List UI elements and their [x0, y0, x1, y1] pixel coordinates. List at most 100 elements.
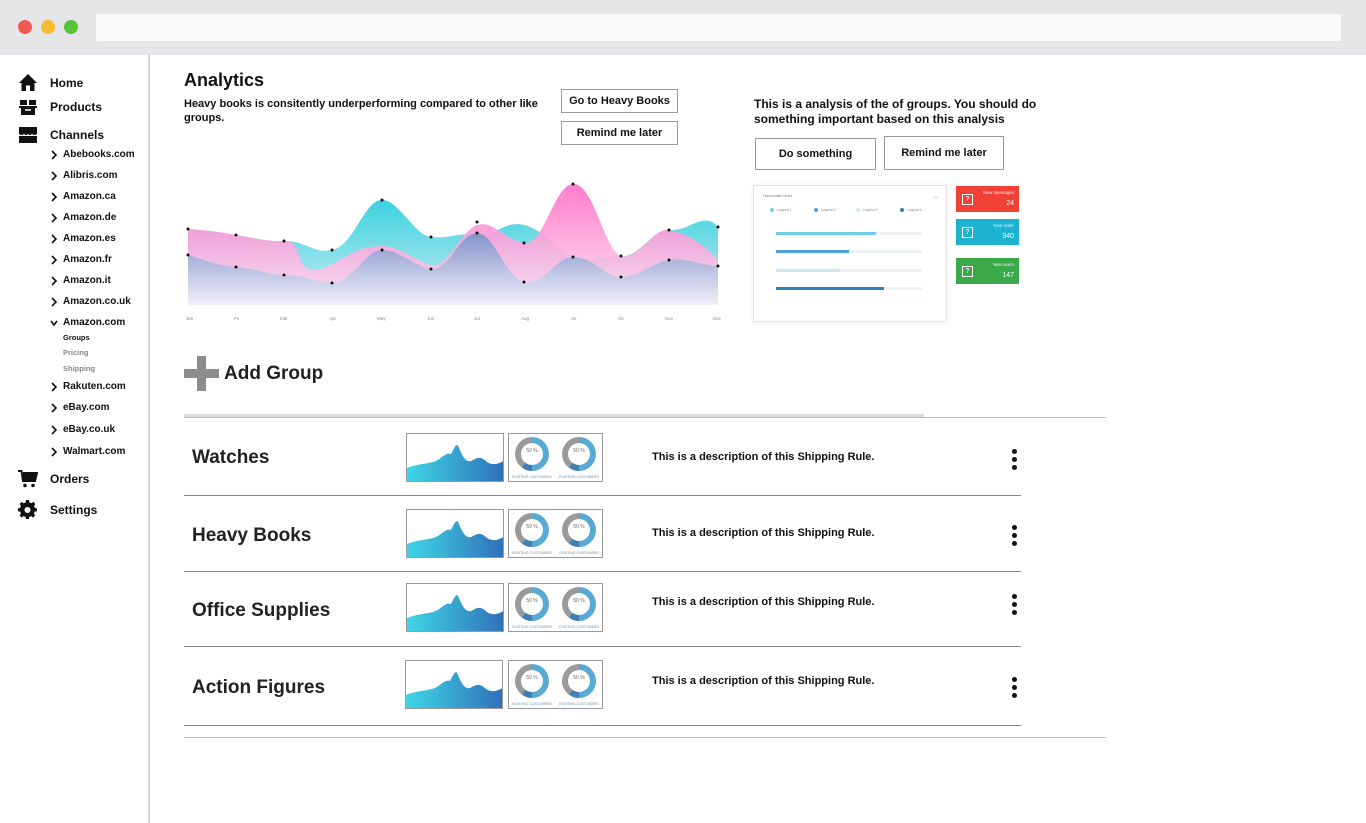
channel-label: Amazon.es	[63, 233, 116, 244]
group-row-office-supplies[interactable]: Office Supplies 50 % 50 % EXISTING CUSTO…	[184, 572, 1021, 647]
stat-label: New users	[992, 262, 1014, 267]
group-description: This is a description of this Shipping R…	[652, 451, 875, 463]
subnav-pricing[interactable]: Pricing	[63, 348, 88, 357]
nav-home[interactable]: Home	[18, 73, 83, 93]
stat-card-users[interactable]: ? New users 147	[956, 258, 1019, 284]
nav-channels-label: Channels	[50, 128, 105, 142]
donut-caption: EXISTING CUSTOMERS	[559, 475, 599, 479]
stat-card-orders[interactable]: ? New order 340	[956, 219, 1019, 245]
channel-item-amazon-de[interactable]: Amazon.de	[50, 212, 116, 223]
channel-item-amazon-es[interactable]: Amazon.es	[50, 233, 116, 244]
subnav-shipping[interactable]: Shipping	[63, 364, 95, 373]
chevron-right-icon	[51, 275, 58, 286]
group-row-watches[interactable]: Watches 50 % 50 % EXISTING CUSTOMERS EXI…	[184, 421, 1021, 496]
remind-later-button-2[interactable]: Remind me later	[884, 136, 1004, 170]
chevron-right-icon	[51, 233, 58, 244]
group-name: Action Figures	[192, 677, 326, 698]
donut-caption: EXISTING CUSTOMERS	[559, 702, 599, 706]
stat-label: New messages	[983, 190, 1014, 195]
stat-value: 147	[1002, 272, 1014, 279]
month-tick: Jan	[186, 316, 194, 321]
horizontal-bars	[774, 232, 924, 297]
month-tick: Jun	[427, 316, 435, 321]
group-name: Office Supplies	[192, 600, 331, 621]
channel-item-amazon-co-uk[interactable]: Amazon.co.uk	[50, 296, 131, 307]
page-title: Analytics	[184, 70, 265, 90]
channel-item-amazon-fr[interactable]: Amazon.fr	[50, 254, 112, 265]
channel-item-ebay-co-uk[interactable]: eBay.co.uk	[50, 424, 115, 435]
divider	[184, 417, 1106, 418]
nav-orders-label: Orders	[50, 472, 90, 486]
nav-products[interactable]: Products	[18, 97, 102, 117]
do-something-button[interactable]: Do something	[755, 138, 876, 170]
more-vertical-icon[interactable]	[1010, 525, 1018, 549]
nav-channels[interactable]: Channels	[18, 125, 104, 145]
channel-label: Walmart.com	[63, 446, 126, 457]
channel-item-amazon-ca[interactable]: Amazon.ca	[50, 191, 116, 202]
nav-settings-label: Settings	[50, 503, 98, 517]
group-sparkline	[405, 660, 503, 709]
channel-item-rakuten[interactable]: Rakuten.com	[50, 381, 126, 392]
chevron-right-icon	[51, 254, 58, 265]
donut-caption: EXISTING CUSTOMERS	[512, 475, 552, 479]
cart-icon	[18, 470, 38, 488]
month-tick: Dec	[713, 316, 722, 321]
month-tick: Jul	[474, 316, 480, 321]
nav-products-label: Products	[50, 100, 103, 114]
close-window-button[interactable]	[18, 20, 32, 34]
channel-label: Amazon.de	[63, 212, 117, 223]
donut-caption: EXISTING CUSTOMERS	[559, 625, 599, 629]
add-group-label: Add Group	[224, 362, 324, 384]
more-vertical-icon[interactable]	[1010, 594, 1018, 618]
donut-caption: EXISTING CUSTOMERS	[512, 702, 552, 706]
add-group-button[interactable]: Add Group	[184, 356, 323, 391]
more-vertical-icon[interactable]	[1010, 677, 1018, 701]
group-row-action-figures[interactable]: Action Figures 50 % 50 % EXISTING CUSTOM…	[184, 648, 1021, 726]
channel-item-walmart[interactable]: Walmart.com	[50, 446, 125, 457]
donut-chart: 50 %	[562, 513, 596, 547]
group-description: This is a description of this Shipping R…	[652, 596, 875, 608]
stat-value: 24	[1006, 200, 1014, 207]
more-vertical-icon[interactable]	[1010, 449, 1018, 473]
go-to-heavy-books-button[interactable]: Go to Heavy Books	[561, 89, 678, 113]
group-description: This is a description of this Shipping R…	[652, 675, 875, 687]
group-name: Heavy Books	[192, 525, 312, 546]
month-tick: Mar	[280, 316, 288, 321]
month-tick: Nov	[665, 316, 674, 321]
channel-label: Amazon.co.uk	[63, 296, 131, 307]
channel-item-amazon-com[interactable]: Amazon.com	[50, 317, 125, 328]
chevron-right-icon	[51, 381, 58, 392]
channel-item-alibris[interactable]: Alibris.com	[50, 170, 117, 181]
channel-label: Rakuten.com	[63, 381, 126, 392]
divider	[184, 737, 1106, 738]
boxes-icon	[19, 100, 37, 115]
address-bar[interactable]	[96, 14, 1341, 41]
maximize-window-button[interactable]	[64, 20, 78, 34]
nav-settings[interactable]: Settings	[18, 500, 97, 520]
insight-text-heavy-books: Heavy books is consitently underperformi…	[184, 98, 538, 124]
channel-item-amazon-it[interactable]: Amazon.it	[50, 275, 111, 286]
insight-text-groups: This is a analysis of the of groups. You…	[754, 97, 1037, 126]
chevron-right-icon	[51, 191, 58, 202]
group-sparkline	[406, 509, 504, 558]
donut-chart: 50 %	[515, 587, 549, 621]
channel-item-abebooks[interactable]: Abebooks.com	[50, 149, 135, 160]
horizontal-chart-card: Horizontal Chart ≡≡ Legend 1 Legend 2 Le…	[753, 185, 947, 322]
chevron-down-icon	[50, 320, 58, 326]
home-icon	[19, 74, 37, 91]
channel-item-ebay-com[interactable]: eBay.com	[50, 402, 110, 413]
channel-label: eBay.co.uk	[63, 424, 116, 435]
subnav-groups[interactable]: Groups	[63, 333, 90, 342]
group-row-heavy-books[interactable]: Heavy Books 50 % 50 % EXISTING CUSTOMERS…	[184, 497, 1021, 572]
gear-icon	[18, 500, 37, 519]
chevron-right-icon	[51, 424, 58, 435]
nav-orders[interactable]: Orders	[18, 469, 89, 489]
stat-card-messages[interactable]: ? New messages 24	[956, 186, 1019, 212]
remind-later-button[interactable]: Remind me later	[561, 121, 678, 145]
group-description: This is a description of this Shipping R…	[652, 527, 875, 539]
minimize-window-button[interactable]	[41, 20, 55, 34]
month-tick: Se	[571, 316, 577, 321]
store-icon	[19, 127, 37, 143]
chevron-right-icon	[51, 402, 58, 413]
month-tick: Fe	[234, 316, 240, 321]
